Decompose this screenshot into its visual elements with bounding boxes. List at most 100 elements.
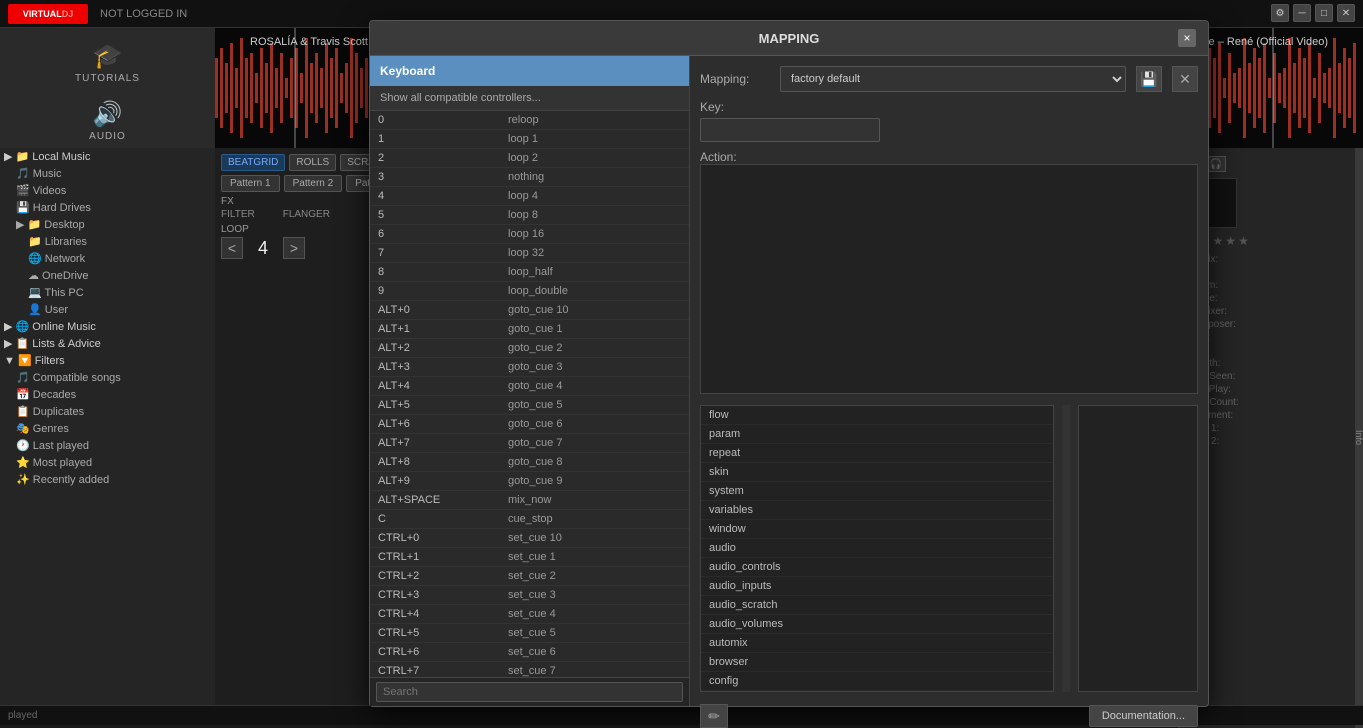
key-name: ALT+3 bbox=[378, 361, 508, 373]
app-logo: VIRTUALDJ bbox=[8, 4, 88, 24]
key-row[interactable]: ALT+9goto_cue 9 bbox=[370, 472, 689, 491]
key-action: goto_cue 1 bbox=[508, 323, 562, 335]
fb-lists[interactable]: ▶ 📋 Lists & Advice bbox=[0, 335, 215, 352]
action-list-item[interactable]: repeat bbox=[701, 444, 1053, 463]
action-list-right[interactable] bbox=[1078, 405, 1198, 692]
key-row[interactable]: ALT+5goto_cue 5 bbox=[370, 396, 689, 415]
key-name: CTRL+0 bbox=[378, 532, 508, 544]
key-row[interactable]: ALT+8goto_cue 8 bbox=[370, 453, 689, 472]
action-textarea[interactable] bbox=[700, 164, 1198, 394]
action-list-item[interactable]: config bbox=[701, 672, 1053, 691]
fb-compatible[interactable]: 🎵 Compatible songs bbox=[0, 369, 215, 386]
key-name: ALT+5 bbox=[378, 399, 508, 411]
mapping-save-btn[interactable]: 💾 bbox=[1136, 66, 1162, 92]
action-list-item[interactable]: audio bbox=[701, 539, 1053, 558]
key-name: CTRL+3 bbox=[378, 589, 508, 601]
action-list-item[interactable]: audio_volumes bbox=[701, 615, 1053, 634]
action-list-item[interactable]: param bbox=[701, 425, 1053, 444]
fb-network[interactable]: 🌐 Network bbox=[0, 250, 215, 267]
search-input[interactable] bbox=[376, 682, 683, 702]
dialog-body: Keyboard Show all compatible controllers… bbox=[370, 56, 1208, 706]
file-browser[interactable]: ▶ 📁 Local Music 🎵 Music 🎬 Videos 💾 Hard … bbox=[0, 148, 215, 705]
key-row[interactable]: 6loop 16 bbox=[370, 225, 689, 244]
key-action: loop 8 bbox=[508, 209, 538, 221]
action-list-item[interactable]: window bbox=[701, 520, 1053, 539]
key-row[interactable]: 4loop 4 bbox=[370, 187, 689, 206]
key-row[interactable]: Ccue_stop bbox=[370, 510, 689, 529]
fb-music[interactable]: 🎵 Music bbox=[0, 165, 215, 182]
key-row[interactable]: CTRL+3set_cue 3 bbox=[370, 586, 689, 605]
fb-harddrives[interactable]: 💾 Hard Drives bbox=[0, 199, 215, 216]
action-list-item[interactable]: audio_scratch bbox=[701, 596, 1053, 615]
fb-user[interactable]: 👤 User bbox=[0, 301, 215, 318]
key-row[interactable]: 8loop_half bbox=[370, 263, 689, 282]
nav-audio[interactable]: 🔊 AUDIO bbox=[13, 94, 203, 148]
nav-tutorials[interactable]: 🎓 TUTORIALS bbox=[13, 36, 203, 90]
key-row[interactable]: 9loop_double bbox=[370, 282, 689, 301]
key-row[interactable]: CTRL+5set_cue 5 bbox=[370, 624, 689, 643]
key-action: goto_cue 4 bbox=[508, 380, 562, 392]
key-row[interactable]: ALT+0goto_cue 10 bbox=[370, 301, 689, 320]
fb-local-music[interactable]: ▶ 📁 Local Music bbox=[0, 148, 215, 165]
key-row[interactable]: ALT+1goto_cue 1 bbox=[370, 320, 689, 339]
key-row[interactable]: CTRL+0set_cue 10 bbox=[370, 529, 689, 548]
fb-genres[interactable]: 🎭 Genres bbox=[0, 420, 215, 437]
key-row[interactable]: 0reloop bbox=[370, 111, 689, 130]
fb-lastplayed[interactable]: 🕐 Last played bbox=[0, 437, 215, 454]
key-row[interactable]: 3nothing bbox=[370, 168, 689, 187]
dialog-close-btn[interactable]: × bbox=[1178, 29, 1196, 47]
fb-desktop[interactable]: ▶ 📁 Desktop bbox=[0, 216, 215, 233]
key-row[interactable]: ALT+7goto_cue 7 bbox=[370, 434, 689, 453]
keys-list[interactable]: 0reloop1loop 12loop 23nothing4loop 45loo… bbox=[370, 111, 689, 677]
key-input[interactable] bbox=[700, 118, 880, 142]
fb-onedrive[interactable]: ☁ OneDrive bbox=[0, 267, 215, 284]
key-row[interactable]: ALT+3goto_cue 3 bbox=[370, 358, 689, 377]
action-list-item[interactable]: audio_controls bbox=[701, 558, 1053, 577]
key-action: set_cue 3 bbox=[508, 589, 556, 601]
fb-duplicates[interactable]: 📋 Duplicates bbox=[0, 403, 215, 420]
show-compatible[interactable]: Show all compatible controllers... bbox=[370, 86, 689, 111]
action-list-item[interactable]: flow bbox=[701, 406, 1053, 425]
action-list-item[interactable]: automix bbox=[701, 634, 1053, 653]
key-name: ALT+2 bbox=[378, 342, 508, 354]
key-row[interactable]: ALT+6goto_cue 6 bbox=[370, 415, 689, 434]
mapping-select[interactable]: factory default bbox=[780, 66, 1126, 92]
fb-decades[interactable]: 📅 Decades bbox=[0, 386, 215, 403]
key-row[interactable]: ALT+4goto_cue 4 bbox=[370, 377, 689, 396]
fb-videos[interactable]: 🎬 Videos bbox=[0, 182, 215, 199]
action-list-item[interactable]: audio_inputs bbox=[701, 577, 1053, 596]
action-list-item[interactable]: browser bbox=[701, 653, 1053, 672]
key-row[interactable]: CTRL+7set_cue 7 bbox=[370, 662, 689, 677]
audio-icon: 🔊 bbox=[93, 100, 123, 129]
key-name: CTRL+1 bbox=[378, 551, 508, 563]
mapping-clear-btn[interactable]: ✕ bbox=[1172, 66, 1198, 92]
key-row[interactable]: CTRL+6set_cue 6 bbox=[370, 643, 689, 662]
key-row[interactable]: CTRL+1set_cue 1 bbox=[370, 548, 689, 567]
action-list-item[interactable]: skin bbox=[701, 463, 1053, 482]
action-list-item[interactable]: variables bbox=[701, 501, 1053, 520]
keyboard-item[interactable]: Keyboard bbox=[370, 56, 689, 86]
tutorials-label: TUTORIALS bbox=[75, 73, 140, 84]
fb-thispc[interactable]: 💻 This PC bbox=[0, 284, 215, 301]
key-row[interactable]: ALT+SPACEmix_now bbox=[370, 491, 689, 510]
app-container: VIRTUALDJ NOT LOGGED IN ⚙ ─ □ ✕ 🎓 TUTORI… bbox=[0, 0, 1363, 725]
edit-btn[interactable]: ✏ bbox=[700, 704, 728, 728]
fb-filters[interactable]: ▼ 🔽 Filters bbox=[0, 352, 215, 369]
dialog-left-panel: Keyboard Show all compatible controllers… bbox=[370, 56, 690, 706]
action-list-item[interactable]: system bbox=[701, 482, 1053, 501]
key-row[interactable]: 1loop 1 bbox=[370, 130, 689, 149]
action-list-left[interactable]: flowparamrepeatskinsystemvariableswindow… bbox=[700, 405, 1054, 692]
fb-recentlyadded[interactable]: ✨ Recently added bbox=[0, 471, 215, 488]
key-row[interactable]: ALT+2goto_cue 2 bbox=[370, 339, 689, 358]
key-row[interactable]: 5loop 8 bbox=[370, 206, 689, 225]
key-row[interactable]: CTRL+2set_cue 2 bbox=[370, 567, 689, 586]
fb-libraries[interactable]: 📁 Libraries bbox=[0, 233, 215, 250]
key-row[interactable]: 2loop 2 bbox=[370, 149, 689, 168]
fb-mostplayed[interactable]: ⭐ Most played bbox=[0, 454, 215, 471]
fb-online[interactable]: ▶ 🌐 Online Music bbox=[0, 318, 215, 335]
key-row[interactable]: 7loop 32 bbox=[370, 244, 689, 263]
documentation-btn[interactable]: Documentation... bbox=[1089, 705, 1198, 727]
mapping-label: Mapping: bbox=[700, 72, 770, 86]
key-name: ALT+4 bbox=[378, 380, 508, 392]
key-row[interactable]: CTRL+4set_cue 4 bbox=[370, 605, 689, 624]
